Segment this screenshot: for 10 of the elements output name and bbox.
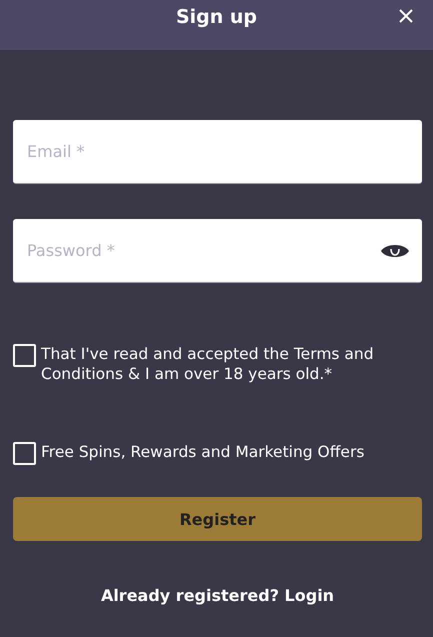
dialog-title: Sign up	[176, 6, 258, 28]
checkbox[interactable]	[13, 442, 36, 465]
checkbox[interactable]	[13, 344, 36, 367]
register-button[interactable]: Register	[13, 497, 422, 541]
eye-icon[interactable]	[380, 242, 410, 260]
email-field[interactable]: Email *	[13, 120, 422, 184]
login-link[interactable]: Already registered? Login	[100, 586, 334, 605]
checkbox-label: Free Spins, Rewards and Marketing Offers	[41, 442, 364, 462]
checkbox-label: That I've read and accepted the Terms and Conditions & I am over 18 years old.*	[41, 344, 375, 384]
password-field[interactable]: Password *	[13, 219, 422, 283]
